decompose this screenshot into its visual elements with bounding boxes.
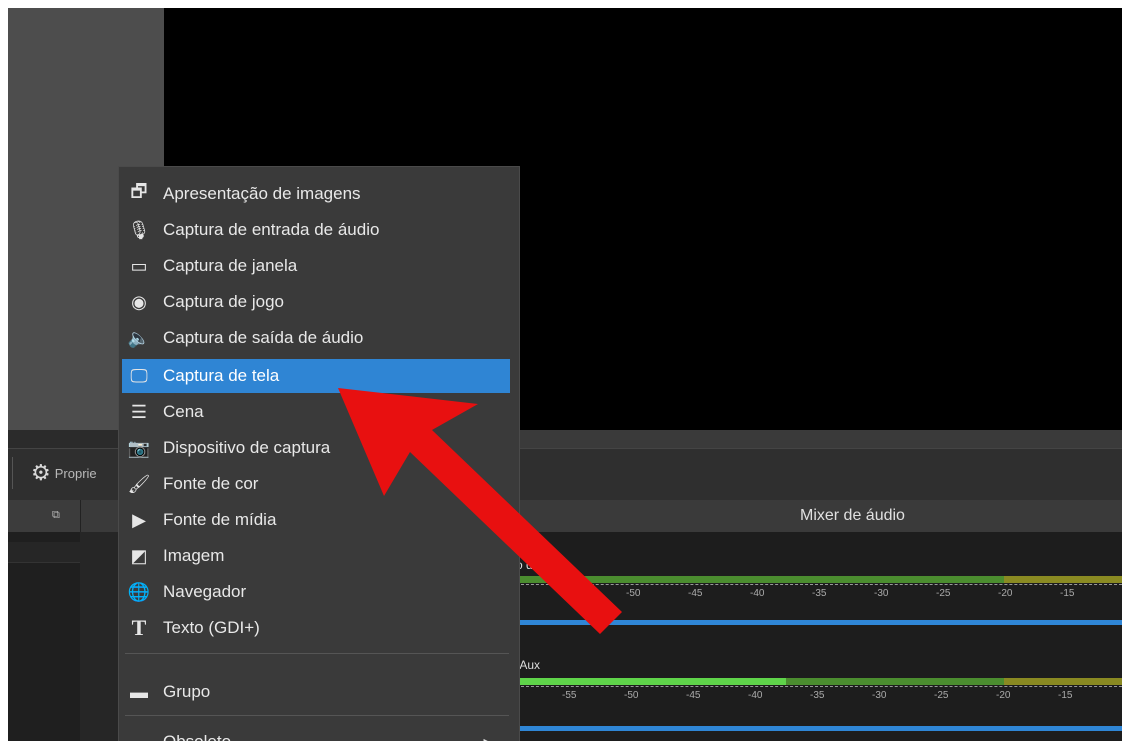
audio-meter-aux (516, 678, 1122, 685)
menu-item-label: Fonte de mídia (163, 510, 277, 529)
menu-item-label: Captura de jogo (163, 292, 284, 311)
menu-item-game-capture[interactable]: ◉ Captura de jogo (122, 285, 510, 319)
obs-window: ⚙ Proprie ⧉ Mixer de áudio o desktop -50… (8, 8, 1122, 741)
tick-label: -15 (1058, 690, 1073, 701)
folder-icon: ▬ (130, 681, 148, 702)
list-icon: ☰ (130, 401, 148, 422)
tick-label: -45 (688, 588, 703, 599)
scenes-list (8, 532, 81, 741)
tick-label: -55 (562, 690, 577, 701)
microphone-icon: 🎙 (127, 219, 151, 240)
monitor-icon: 🖵 (130, 365, 148, 386)
menu-item-label: Grupo (163, 682, 211, 701)
volume-slider-desktop[interactable] (516, 620, 1122, 625)
submenu-arrow-icon: ▶ (484, 736, 492, 741)
mixer-title: Mixer de áudio (800, 507, 905, 524)
menu-item-text-gdi[interactable]: T Texto (GDI+) (122, 611, 510, 645)
tick-label: -35 (812, 588, 827, 599)
gamepad-icon: ◉ (131, 291, 147, 312)
menu-item-label: Captura de saída de áudio (163, 328, 364, 347)
tick-label: -45 (686, 690, 701, 701)
menu-item-label: Cena (163, 402, 204, 421)
menu-item-label: Obsoleto (163, 732, 231, 741)
menu-item-slideshow[interactable]: 🗗 Apresentação de imagens (122, 177, 510, 211)
menu-item-label: Captura de entrada de áudio (163, 220, 380, 239)
slideshow-icon: 🗗 (130, 181, 148, 201)
image-icon: ◩ (130, 545, 148, 566)
camera-icon: 📷 (127, 437, 151, 458)
menu-item-audio-output-capture[interactable]: 🔈 Captura de saída de áudio (122, 321, 510, 355)
properties-button[interactable]: ⚙ Proprie (12, 457, 132, 489)
menu-item-label: Captura de tela (163, 366, 280, 385)
audio-mixer: o desktop -50 -45 -40 -35 -30 -25 -20 -1… (516, 532, 1122, 741)
menu-item-display-capture[interactable]: 🖵 Captura de tela (122, 359, 510, 393)
scenes-dock-header: ⧉ (8, 500, 81, 532)
menu-item-window-capture[interactable]: ▭ Captura de janela (122, 249, 510, 283)
menu-item-label: Fonte de cor (163, 474, 259, 493)
speaker-icon: 🔈 (127, 327, 151, 348)
tick-label: -20 (996, 690, 1011, 701)
audio-meter-desktop (516, 576, 1122, 583)
menu-item-deprecated[interactable]: Obsoleto ▶ (122, 725, 510, 741)
menu-item-label: Imagem (163, 546, 225, 565)
tick-label: -25 (934, 690, 949, 701)
menu-item-label: Navegador (163, 582, 247, 601)
track-label-desktop: o desktop (516, 558, 569, 572)
menu-item-group[interactable]: ▬ Grupo (122, 675, 510, 709)
brush-icon: 🖌 (127, 473, 151, 494)
menu-item-browser[interactable]: 🌐 Navegador (122, 575, 510, 609)
tick-label: -35 (810, 690, 825, 701)
menu-item-media-source[interactable]: ▶ Fonte de mídia (122, 503, 510, 537)
globe-icon: 🌐 (127, 581, 151, 602)
tick-label: -25 (936, 588, 951, 599)
menu-item-label: Dispositivo de captura (163, 438, 331, 457)
tick-label: -15 (1060, 588, 1075, 599)
tick-label: -30 (874, 588, 889, 599)
menu-item-capture-device[interactable]: 📷 Dispositivo de captura (122, 431, 510, 465)
menu-item-label: Captura de janela (163, 256, 298, 275)
menu-item-label: Apresentação de imagens (163, 184, 361, 203)
tick-label: -50 (626, 588, 641, 599)
tick-label: -40 (748, 690, 763, 701)
sources-list (80, 532, 120, 741)
menu-item-color-source[interactable]: 🖌 Fonte de cor (122, 467, 510, 501)
list-item[interactable] (8, 542, 80, 563)
window-icon: ▭ (130, 255, 148, 276)
properties-label: Proprie (54, 465, 97, 481)
menu-item-scene[interactable]: ☰ Cena (122, 395, 510, 429)
volume-slider-aux[interactable] (516, 726, 1122, 731)
menu-item-image[interactable]: ◩ Imagem (122, 539, 510, 573)
menu-item-label: Texto (GDI+) (163, 618, 260, 637)
add-source-menu: 🗗 Apresentação de imagens 🎙 Captura de e… (118, 166, 520, 741)
text-icon: T (131, 615, 147, 640)
menu-separator (125, 653, 509, 654)
meter-ticks-desktop: -50 -45 -40 -35 -30 -25 -20 -15 (516, 584, 1122, 599)
menu-separator (125, 715, 509, 716)
tick-label: -50 (624, 690, 639, 701)
play-icon: ▶ (132, 509, 146, 530)
tick-label: -20 (998, 588, 1013, 599)
tick-label: -30 (872, 690, 887, 701)
undock-icon[interactable]: ⧉ (52, 509, 60, 522)
tick-label: -40 (750, 588, 765, 599)
meter-ticks-aux: -55 -50 -45 -40 -35 -30 -25 -20 -15 (516, 686, 1122, 701)
gear-icon: ⚙ (31, 460, 51, 485)
menu-item-audio-input-capture[interactable]: 🎙 Captura de entrada de áudio (122, 213, 510, 247)
